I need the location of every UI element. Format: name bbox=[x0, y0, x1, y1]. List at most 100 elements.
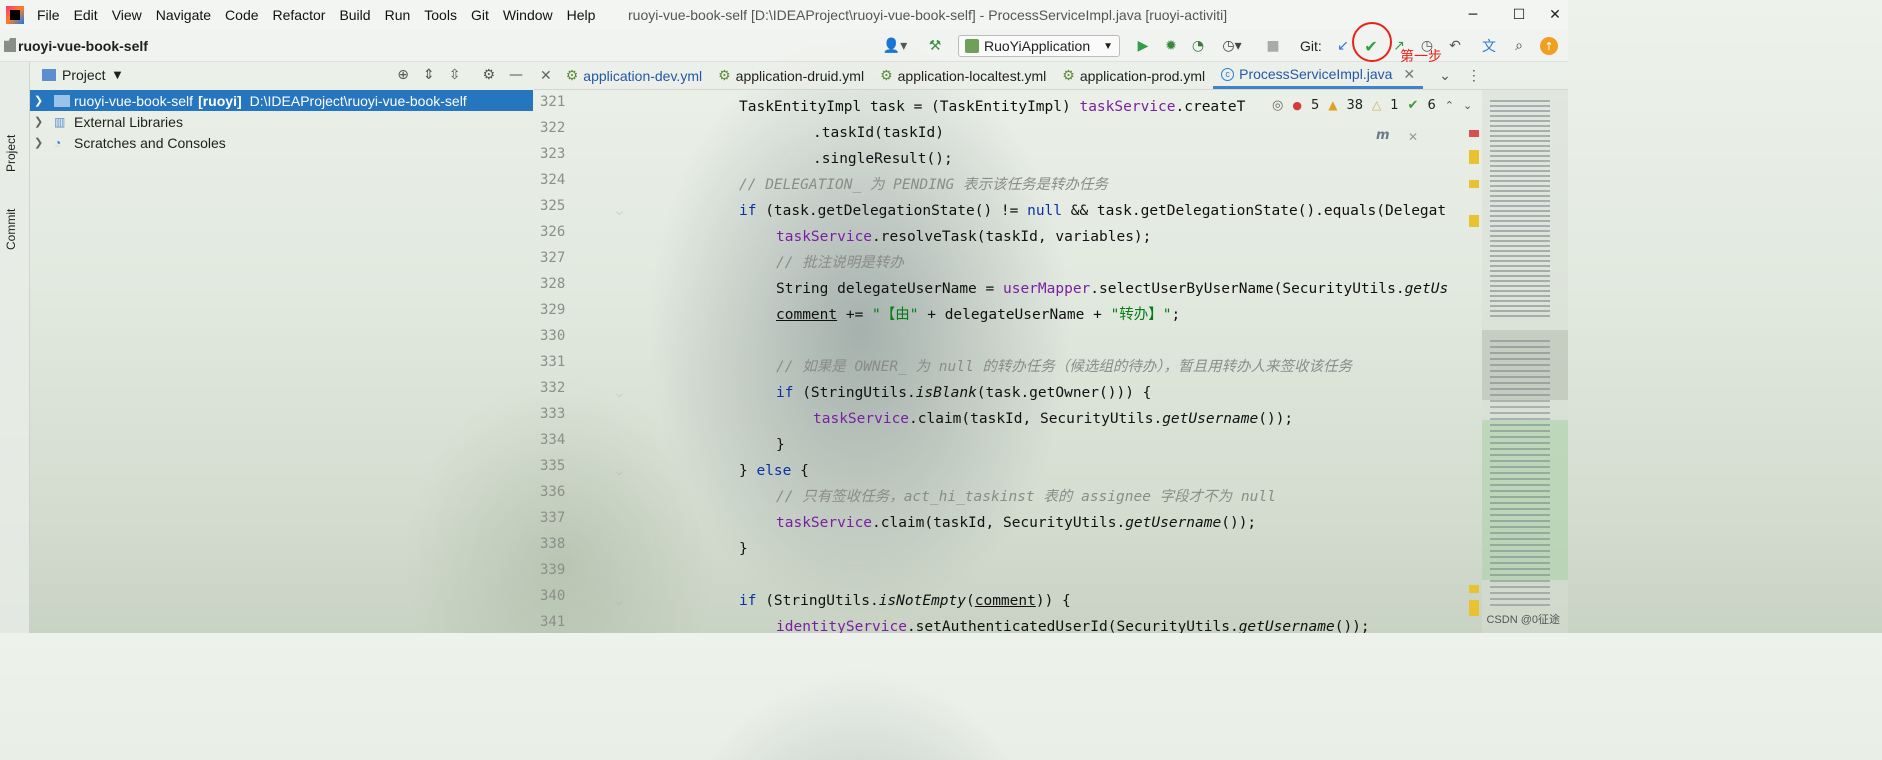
tree-item-label: Scratches and Consoles bbox=[74, 134, 226, 151]
coverage-icon[interactable]: ◔ bbox=[1187, 36, 1209, 56]
expand-all-icon[interactable]: ⇕ bbox=[423, 67, 435, 83]
maximize-icon[interactable]: ☐ bbox=[1496, 0, 1542, 30]
hide-icon[interactable]: — bbox=[509, 67, 523, 83]
menu-code[interactable]: Code bbox=[218, 0, 265, 30]
locate-icon[interactable]: ⊕ bbox=[397, 67, 409, 83]
debug-icon[interactable]: ✹ bbox=[1160, 36, 1182, 56]
menu-help[interactable]: Help bbox=[560, 0, 603, 30]
line-number: 322 bbox=[540, 120, 566, 136]
code-line-336: // 只有签收任务，act_hi_taskinst 表的 assignee 字段… bbox=[776, 489, 1276, 505]
tab-application-localtest[interactable]: ⚙ application-localtest.yml bbox=[872, 62, 1054, 89]
tab-project-tool[interactable]: Project bbox=[4, 135, 18, 172]
menu-tools[interactable]: Tools bbox=[417, 0, 464, 30]
warning-marker[interactable] bbox=[1469, 215, 1479, 227]
code-line-328: String delegateUserName = userMapper.sel… bbox=[776, 281, 1449, 297]
tab-application-dev[interactable]: ⚙ application-dev.yml bbox=[558, 62, 710, 89]
menu-run[interactable]: Run bbox=[378, 0, 418, 30]
hammer-icon[interactable]: ⚒ bbox=[924, 36, 946, 56]
tab-commit-tool[interactable]: Commit bbox=[4, 209, 18, 250]
more-icon[interactable]: ⋮ bbox=[1459, 62, 1489, 89]
line-number: 326 bbox=[540, 224, 566, 240]
close-icon[interactable]: ✕ bbox=[1403, 66, 1415, 83]
code-line-333: taskService.claim(taskId, SecurityUtils.… bbox=[813, 411, 1294, 427]
run-icon[interactable]: ▶ bbox=[1132, 36, 1154, 56]
gear-icon[interactable]: ⚙ bbox=[482, 67, 495, 83]
chevron-down-icon[interactable]: ▼ bbox=[114, 70, 122, 81]
profile-icon[interactable]: ◷▾ bbox=[1215, 36, 1249, 56]
warning-marker[interactable] bbox=[1469, 600, 1479, 616]
tree-item-project-root[interactable]: ❯ ruoyi-vue-book-self [ruoyi] D:\IDEAPro… bbox=[30, 90, 533, 111]
tree-item-scratches[interactable]: ❯ ◔ Scratches and Consoles bbox=[30, 132, 533, 153]
tab-process-service-impl[interactable]: c ProcessServiceImpl.java ✕ bbox=[1213, 62, 1424, 89]
tree-item-external-libraries[interactable]: ❯ ▥ External Libraries bbox=[30, 111, 533, 132]
menu-window[interactable]: Window bbox=[496, 0, 560, 30]
tree-item-module: [ruoyi] bbox=[198, 92, 242, 109]
git-update-icon[interactable]: ↙ bbox=[1332, 36, 1354, 56]
history-icon[interactable]: ◷ bbox=[1416, 36, 1438, 56]
chevron-right-icon[interactable]: ❯ bbox=[34, 115, 48, 128]
warning-marker[interactable] bbox=[1469, 585, 1479, 593]
code-editor[interactable]: TaskEntityImpl task = (TaskEntityImpl) t… bbox=[620, 90, 1468, 633]
rollback-icon[interactable]: ↶ bbox=[1444, 36, 1466, 56]
close-tab-icon[interactable]: ✕ bbox=[534, 62, 558, 89]
line-number: 329 bbox=[540, 302, 566, 318]
tab-application-druid[interactable]: ⚙ application-druid.yml bbox=[710, 62, 872, 89]
menu-build[interactable]: Build bbox=[332, 0, 377, 30]
error-marker[interactable] bbox=[1469, 130, 1479, 137]
yaml-icon: ⚙ bbox=[718, 67, 731, 83]
warning-icon: ▲ bbox=[1328, 98, 1338, 112]
code-line-326: taskService.resolveTask(taskId, variable… bbox=[776, 229, 1152, 245]
app-logo-icon bbox=[0, 0, 30, 30]
tab-application-prod[interactable]: ⚙ application-prod.yml bbox=[1054, 62, 1213, 89]
close-icon[interactable]: ✕ bbox=[1408, 130, 1418, 144]
run-config-select[interactable]: RuoYiApplication ▼ bbox=[958, 35, 1120, 57]
menu-edit[interactable]: Edit bbox=[67, 0, 105, 30]
code-line-321: TaskEntityImpl task = (TaskEntityImpl) t… bbox=[739, 99, 1246, 115]
git-push-icon[interactable]: ↗ bbox=[1388, 36, 1410, 56]
line-number: 323 bbox=[540, 146, 566, 162]
scratch-icon: ◔ bbox=[54, 135, 62, 150]
tab-list-icon[interactable]: ⌄ bbox=[1431, 62, 1459, 89]
code-line-338: } bbox=[739, 541, 748, 557]
menu-git[interactable]: Git bbox=[464, 0, 496, 30]
yaml-icon: ⚙ bbox=[1062, 67, 1075, 83]
reader-mode-icon[interactable]: ◎ bbox=[1272, 98, 1283, 113]
close-icon[interactable]: ✕ bbox=[1542, 0, 1568, 30]
code-line-325: if (task.getDelegationState() != null &&… bbox=[739, 203, 1447, 219]
run-config-label: RuoYiApplication bbox=[984, 38, 1091, 54]
check-icon: ✔ bbox=[1407, 97, 1419, 113]
chevron-right-icon[interactable]: ❯ bbox=[34, 136, 48, 149]
tab-label: application-prod.yml bbox=[1079, 67, 1206, 84]
code-minimap[interactable] bbox=[1482, 90, 1568, 633]
tree-item-label: ruoyi-vue-book-self bbox=[74, 92, 194, 109]
menu-refactor[interactable]: Refactor bbox=[266, 0, 333, 30]
translate-icon[interactable]: 文 bbox=[1478, 36, 1500, 56]
tree-item-path: D:\IDEAProject\ruoyi-vue-book-self bbox=[249, 92, 467, 109]
inspection-widget[interactable]: ◎ ● 5 ▲ 38 △ 1 ✔ 6 ⌃ ⌄ bbox=[1272, 94, 1472, 116]
error-icon: ● bbox=[1292, 98, 1302, 112]
project-breadcrumb[interactable]: ruoyi-vue-book-self bbox=[18, 30, 148, 62]
project-panel-title[interactable]: Project bbox=[62, 67, 106, 83]
user-icon[interactable]: 👤▾ bbox=[880, 36, 910, 56]
git-label: Git: bbox=[1300, 38, 1322, 54]
search-icon[interactable]: ⌕ bbox=[1508, 36, 1530, 56]
chevron-right-icon[interactable]: ❯ bbox=[34, 94, 48, 107]
plugin-icon[interactable]: ↑ bbox=[1540, 37, 1558, 55]
line-number: 335 bbox=[540, 458, 566, 474]
line-number: 341 bbox=[540, 614, 566, 630]
collapse-all-icon[interactable]: ⇳ bbox=[449, 67, 461, 83]
arrow-up-icon[interactable]: ⌃ bbox=[1445, 99, 1454, 112]
menu-file[interactable]: File bbox=[30, 0, 67, 30]
line-number: 324 bbox=[540, 172, 566, 188]
menu-view[interactable]: View bbox=[105, 0, 149, 30]
menu-navigate[interactable]: Navigate bbox=[149, 0, 218, 30]
maven-icon[interactable]: m bbox=[1376, 128, 1390, 143]
error-stripe[interactable] bbox=[1468, 90, 1480, 633]
minimize-icon[interactable]: ─ bbox=[1450, 0, 1496, 30]
warning-marker[interactable] bbox=[1469, 150, 1479, 164]
warning-marker[interactable] bbox=[1469, 180, 1479, 188]
code-line-327: // 批注说明是转办 bbox=[776, 255, 904, 271]
code-line-334: } bbox=[776, 437, 785, 453]
code-line-323: .singleResult(); bbox=[813, 151, 953, 167]
stop-icon[interactable]: ■ bbox=[1262, 36, 1284, 56]
